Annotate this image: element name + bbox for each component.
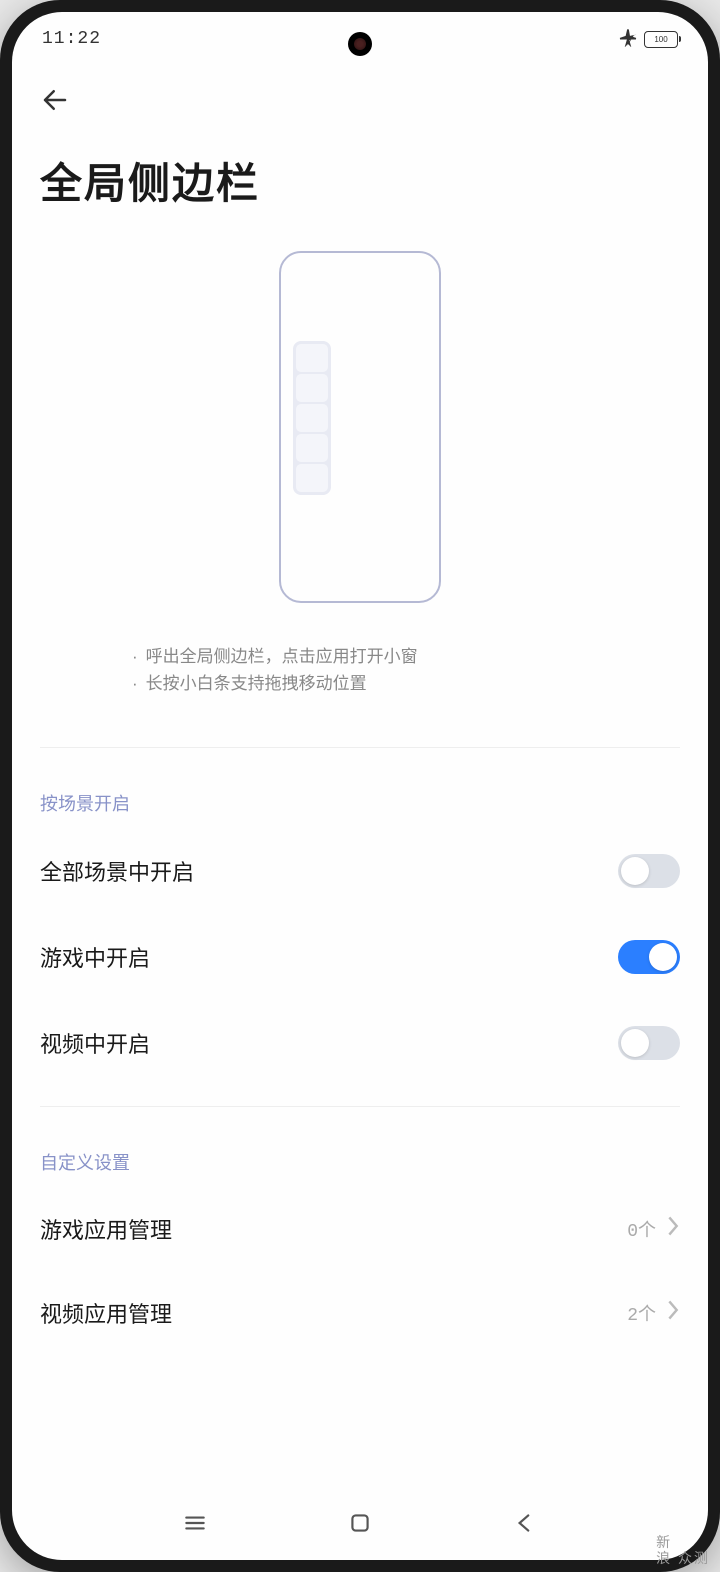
chevron-right-icon bbox=[666, 1299, 680, 1327]
status-icons: 100 bbox=[618, 27, 678, 52]
sidebar-cell bbox=[296, 434, 328, 462]
battery-icon: 100 bbox=[644, 31, 678, 48]
setting-row-all-scenes[interactable]: 全部场景中开启 bbox=[12, 828, 708, 914]
chevron-right-icon bbox=[666, 1215, 680, 1243]
screen: 11:22 100 全局侧边栏 bbox=[12, 12, 708, 1560]
count-value: 2个 bbox=[627, 1300, 656, 1326]
nav-home-icon[interactable] bbox=[347, 1510, 373, 1536]
back-button[interactable] bbox=[40, 80, 80, 120]
sidebar-cell bbox=[296, 344, 328, 372]
setting-label: 全部场景中开启 bbox=[40, 855, 194, 887]
setting-row-game-apps[interactable]: 游戏应用管理 0个 bbox=[12, 1187, 708, 1271]
hint-line-2: 长按小白条支持拖拽移动位置 bbox=[132, 670, 588, 697]
section-header-scenes: 按场景开启 bbox=[12, 748, 708, 828]
nav-recents-icon[interactable] bbox=[182, 1510, 208, 1536]
setting-label: 视频中开启 bbox=[40, 1027, 150, 1059]
setting-row-game[interactable]: 游戏中开启 bbox=[12, 914, 708, 1000]
setting-label: 游戏应用管理 bbox=[40, 1213, 172, 1245]
mock-phone-outline bbox=[279, 251, 441, 603]
page-title: 全局侧边栏 bbox=[12, 130, 708, 241]
nav-header bbox=[12, 60, 708, 130]
toggle-video[interactable] bbox=[618, 1026, 680, 1060]
toggle-all-scenes[interactable] bbox=[618, 854, 680, 888]
setting-row-video[interactable]: 视频中开启 bbox=[12, 1000, 708, 1086]
hint-line-1: 呼出全局侧边栏，点击应用打开小窗 bbox=[132, 643, 588, 670]
section-header-custom: 自定义设置 bbox=[12, 1107, 708, 1187]
illustration bbox=[12, 241, 708, 643]
watermark: 新 浪 众测 bbox=[656, 1535, 710, 1566]
airplane-mode-icon bbox=[618, 27, 638, 52]
phone-frame: 11:22 100 全局侧边栏 bbox=[0, 0, 720, 1572]
hint-text: 呼出全局侧边栏，点击应用打开小窗 长按小白条支持拖拽移动位置 bbox=[12, 643, 708, 747]
sidebar-cell bbox=[296, 374, 328, 402]
row-value: 2个 bbox=[627, 1299, 680, 1327]
setting-label: 游戏中开启 bbox=[40, 941, 150, 973]
nav-back-icon[interactable] bbox=[512, 1510, 538, 1536]
count-value: 0个 bbox=[627, 1216, 656, 1242]
status-time: 11:22 bbox=[42, 29, 101, 49]
sidebar-cell bbox=[296, 464, 328, 492]
navigation-bar bbox=[12, 1510, 708, 1536]
toggle-game[interactable] bbox=[618, 940, 680, 974]
setting-row-video-apps[interactable]: 视频应用管理 2个 bbox=[12, 1271, 708, 1355]
sidebar-preview bbox=[293, 341, 331, 495]
battery-level: 100 bbox=[646, 35, 676, 44]
row-value: 0个 bbox=[627, 1215, 680, 1243]
sidebar-cell bbox=[296, 404, 328, 432]
camera-notch bbox=[348, 32, 372, 56]
setting-label: 视频应用管理 bbox=[40, 1297, 172, 1329]
